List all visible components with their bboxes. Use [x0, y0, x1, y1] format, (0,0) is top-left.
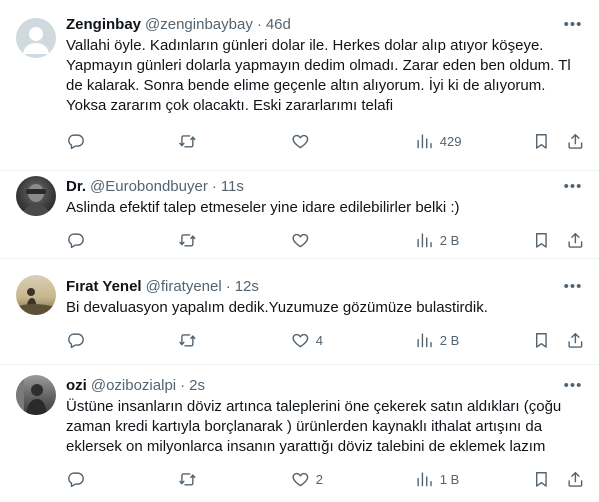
retweet-icon: [178, 331, 197, 350]
retweet-icon: [178, 231, 197, 250]
tweet-2[interactable]: Dr. @Eurobondbuyer · 11s ••• Aslinda efe…: [0, 171, 599, 259]
display-name[interactable]: Dr.: [66, 178, 86, 195]
like-button[interactable]: [291, 230, 316, 250]
tweet-text: Aslinda efektif talep etmeseler yine ida…: [66, 199, 460, 216]
user-handle[interactable]: @ozibozialpi: [91, 377, 176, 394]
views-chart-icon: [415, 470, 434, 489]
views-button[interactable]: 2 B: [415, 230, 459, 250]
bookmark-button[interactable]: [532, 330, 551, 350]
reply-icon: [66, 132, 85, 151]
tweet-1[interactable]: Zenginbay @zenginbaybay · 46d ••• Vallah…: [0, 0, 599, 171]
share-icon: [566, 231, 585, 250]
share-icon: [566, 470, 585, 489]
view-count: 2 B: [439, 332, 460, 348]
avatar-default[interactable]: [16, 18, 56, 58]
bookmark-icon: [532, 470, 551, 489]
action-bar: 429: [58, 131, 588, 151]
reply-button[interactable]: [66, 230, 91, 250]
retweet-icon: [178, 470, 197, 489]
view-count: 2 B: [439, 232, 460, 248]
separator-dot: ·: [211, 177, 217, 195]
retweet-button[interactable]: [178, 330, 203, 350]
tweet-4[interactable]: ozi @ozibozialpi · 2s ••• Üstüne insanla…: [0, 365, 599, 502]
view-count: 429: [439, 133, 462, 149]
bookmark-button[interactable]: [532, 230, 551, 250]
reply-icon: [66, 231, 85, 250]
action-bar: 4 2 B: [58, 330, 588, 350]
share-button[interactable]: [566, 230, 585, 250]
bookmark-button[interactable]: [532, 131, 551, 151]
separator-dot: ·: [180, 376, 186, 394]
reply-button[interactable]: [66, 469, 91, 489]
display-name[interactable]: ozi: [66, 377, 87, 394]
share-button[interactable]: [566, 469, 585, 489]
user-handle[interactable]: @firatyenel: [146, 278, 222, 295]
action-bar: 2 B: [58, 230, 588, 250]
bookmark-icon: [532, 331, 551, 350]
timestamp[interactable]: 46d: [266, 16, 291, 33]
views-chart-icon: [415, 331, 434, 350]
views-button[interactable]: 2 B: [415, 330, 459, 350]
like-count: 2: [315, 471, 323, 487]
tweet-3[interactable]: Fırat Yenel @firatyenel · 12s ••• Bi dev…: [0, 259, 599, 365]
bookmark-button[interactable]: [532, 469, 551, 489]
share-icon: [566, 331, 585, 350]
retweet-button[interactable]: [178, 230, 203, 250]
tweet-text: Vallahi öyle. Kadınların günleri dolar i…: [66, 37, 571, 114]
display-name[interactable]: Fırat Yenel: [66, 278, 142, 295]
like-button[interactable]: 4: [291, 330, 323, 350]
user-handle[interactable]: @Eurobondbuyer: [90, 178, 208, 195]
more-dots-icon[interactable]: •••: [563, 276, 583, 296]
bookmark-icon: [532, 231, 551, 250]
tweet-feed: Zenginbay @zenginbaybay · 46d ••• Vallah…: [0, 0, 599, 502]
heart-icon: [291, 470, 310, 489]
tweet-text: Üstüne insanların döviz artınca talepler…: [66, 398, 562, 455]
timestamp[interactable]: 11s: [221, 178, 244, 195]
view-count: 1 B: [439, 471, 460, 487]
timestamp[interactable]: 12s: [235, 278, 259, 295]
reply-icon: [66, 470, 85, 489]
retweet-button[interactable]: [178, 469, 203, 489]
retweet-button[interactable]: [178, 131, 203, 151]
display-name[interactable]: Zenginbay: [66, 16, 141, 33]
tweet-text: Bi devaluasyon yapalım dedik.Yuzumuze gö…: [66, 299, 488, 316]
action-bar: 2 1 B: [58, 469, 588, 489]
separator-dot: ·: [225, 277, 231, 295]
views-chart-icon: [415, 231, 434, 250]
bookmark-icon: [532, 132, 551, 151]
like-count: 4: [315, 332, 323, 348]
reply-button[interactable]: [66, 131, 91, 151]
heart-icon: [291, 331, 310, 350]
avatar-photo[interactable]: [16, 375, 56, 415]
share-icon: [566, 132, 585, 151]
reply-icon: [66, 331, 85, 350]
share-button[interactable]: [566, 330, 585, 350]
more-dots-icon[interactable]: •••: [563, 176, 583, 196]
more-dots-icon[interactable]: •••: [563, 14, 583, 34]
like-button[interactable]: 2: [291, 469, 323, 489]
user-handle[interactable]: @zenginbaybay: [145, 16, 253, 33]
share-button[interactable]: [566, 131, 585, 151]
views-button[interactable]: 1 B: [415, 469, 459, 489]
more-dots-icon[interactable]: •••: [563, 375, 583, 395]
timestamp[interactable]: 2s: [189, 377, 205, 394]
heart-icon: [291, 132, 310, 151]
views-chart-icon: [415, 132, 434, 151]
avatar-photo[interactable]: [16, 176, 56, 216]
avatar-photo[interactable]: [16, 275, 56, 315]
retweet-icon: [178, 132, 197, 151]
views-button[interactable]: 429: [415, 131, 461, 151]
like-button[interactable]: [291, 131, 316, 151]
reply-button[interactable]: [66, 330, 91, 350]
heart-icon: [291, 231, 310, 250]
separator-dot: ·: [256, 15, 262, 33]
